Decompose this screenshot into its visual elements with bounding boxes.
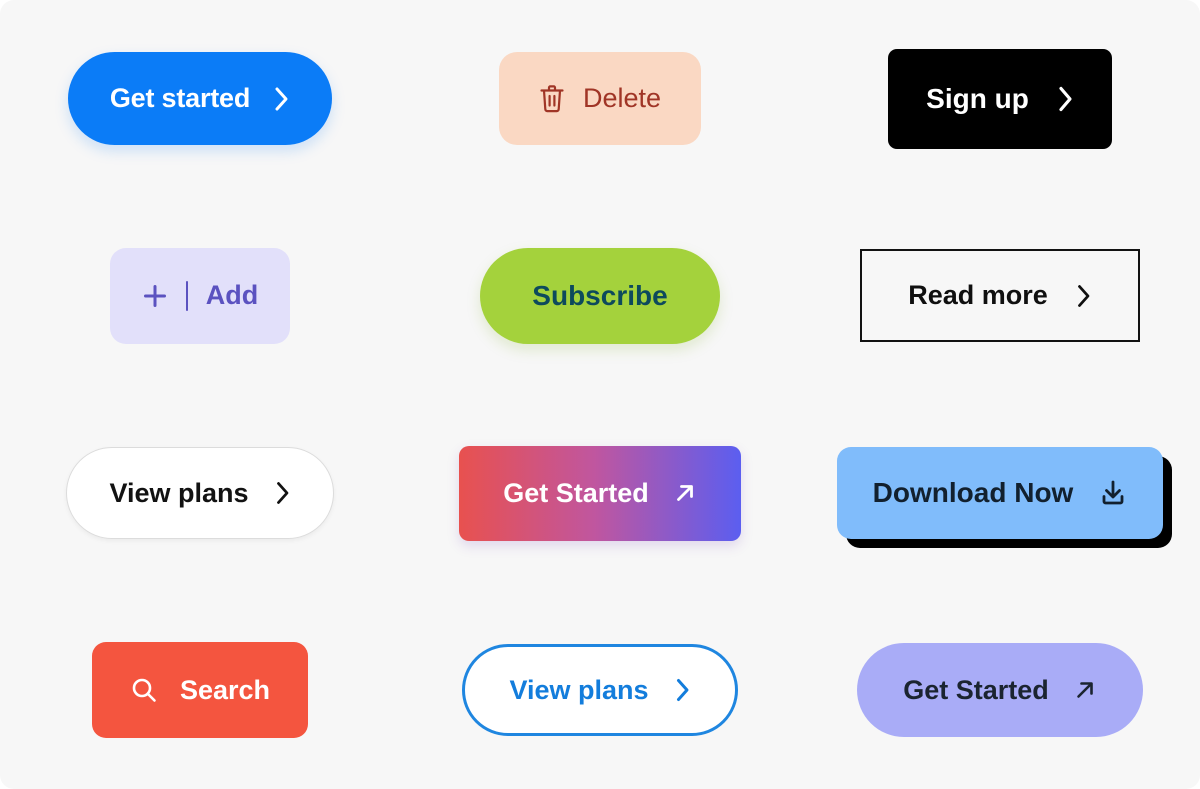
view-plans-blue-button[interactable]: View plans [462,644,738,737]
chevron-right-icon [275,480,291,506]
button-label: Read more [908,280,1048,311]
sign-up-button[interactable]: Sign up [888,48,1112,149]
cell-4-2: View plans [400,592,800,789]
button-label: View plans [109,477,249,508]
get-started-periwinkle-button[interactable]: Get Started [857,643,1143,738]
cell-3-3: Download Now [800,395,1200,592]
button-label: Download Now [872,477,1074,509]
button-label: Add [205,280,259,311]
chevron-right-icon [1076,283,1092,309]
subscribe-button[interactable]: Subscribe [480,247,720,344]
button-grid: Get started Delete Sign up Add Subscribe… [0,0,1200,789]
download-icon [1099,479,1127,507]
download-now-button[interactable]: Download Now [836,447,1164,540]
chevron-right-icon [274,86,290,112]
chevron-right-icon [675,677,691,703]
cell-1-1: Get started [0,0,400,197]
arrow-up-right-icon [1073,678,1097,702]
cell-1-2: Delete [400,0,800,197]
cell-2-2: Subscribe [400,197,800,394]
plus-icon [142,283,168,309]
chevron-right-icon [1057,85,1074,113]
read-more-button[interactable]: Read more [860,249,1140,343]
cell-4-3: Get Started [800,592,1200,789]
button-label: Delete [582,83,662,114]
arrow-up-right-icon [673,481,697,505]
cell-1-3: Sign up [800,0,1200,197]
get-started-blue-button[interactable]: Get started [67,52,333,146]
cell-2-1: Add [0,197,400,394]
search-button[interactable]: Search [91,642,309,739]
delete-button[interactable]: Delete [498,52,702,146]
button-label: Search [179,674,271,705]
add-button[interactable]: Add [109,247,291,344]
button-label: Subscribe [532,279,668,311]
trash-icon [539,84,565,114]
button-label: Get Started [903,674,1049,705]
button-label: Get started [109,83,251,114]
button-label: Sign up [926,82,1029,114]
search-icon [130,676,158,704]
view-plans-white-button[interactable]: View plans [66,447,334,540]
button-divider [185,280,188,311]
button-gallery-canvas: Get started Delete Sign up Add Subscribe… [0,0,1200,789]
get-started-gradient-button[interactable]: Get Started [459,445,741,541]
cell-3-1: View plans [0,395,400,592]
button-label: View plans [509,674,649,705]
button-label: Get Started [503,477,649,508]
cell-4-1: Search [0,592,400,789]
cell-2-3: Read more [800,197,1200,394]
cell-3-2: Get Started [400,395,800,592]
